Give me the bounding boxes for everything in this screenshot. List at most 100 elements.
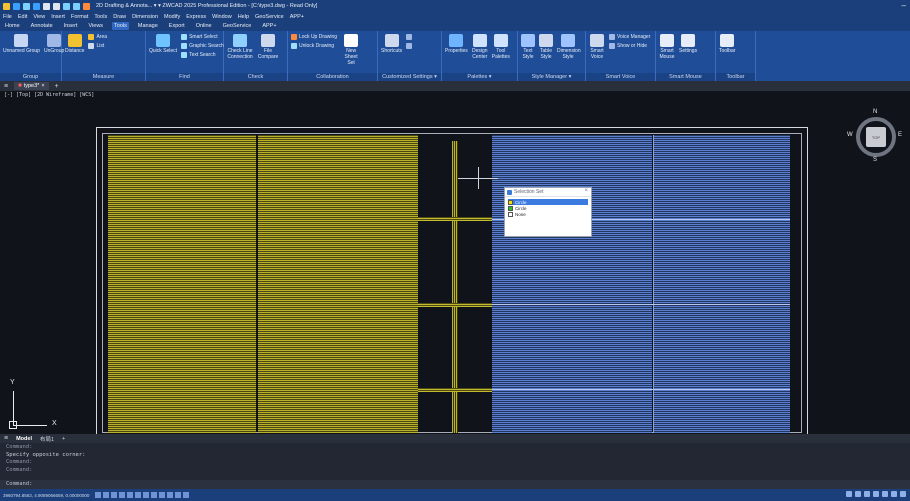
compass-east[interactable]: E (898, 132, 902, 138)
dynamic-input-icon[interactable] (151, 492, 158, 498)
menu-file[interactable]: File (3, 14, 12, 20)
undo-icon[interactable] (63, 2, 70, 10)
menu-hamburger-icon[interactable]: ≡ (4, 83, 8, 90)
menu-window[interactable]: Window (212, 14, 232, 20)
properties-button[interactable]: Properties (445, 34, 468, 54)
dimension-style-button[interactable]: Dimension Style (557, 34, 581, 60)
quick-select-button[interactable]: Quick Select (149, 34, 177, 54)
annotation-visibility-icon[interactable] (855, 491, 861, 497)
menu-view[interactable]: View (33, 14, 45, 20)
menu-edit[interactable]: Edit (18, 14, 27, 20)
settings-list-icon[interactable] (406, 43, 413, 49)
menu-insert[interactable]: Insert (51, 14, 65, 20)
new-tab-button[interactable]: + (55, 83, 59, 90)
tab-model[interactable]: Model (16, 436, 32, 442)
tab-annotate[interactable]: Annotate (29, 22, 55, 30)
style-manager-label[interactable]: Style Manager ▾ (518, 73, 585, 81)
lock-ui-icon[interactable] (864, 491, 870, 497)
close-icon[interactable]: × (584, 188, 588, 194)
toolbar-button[interactable]: Toolbar (719, 34, 735, 54)
menu-draw[interactable]: Draw (113, 14, 126, 20)
compass-south[interactable]: S (873, 157, 877, 163)
workspace-switch-icon[interactable] (846, 491, 852, 497)
palettes-label[interactable]: Palettes ▾ (442, 73, 517, 81)
selection-set-popup[interactable]: Selection Set × Circle Circle None (504, 187, 592, 237)
new-sheet-set-button[interactable]: New Sheet Set (341, 34, 361, 66)
tab-views[interactable]: Views (86, 22, 105, 30)
document-tab[interactable]: ■ type3* × (14, 82, 49, 90)
distance-button[interactable]: Distance (65, 34, 84, 54)
save-icon[interactable] (33, 2, 40, 10)
area-button[interactable]: Area (88, 34, 107, 40)
otrack-toggle-icon[interactable] (135, 492, 142, 498)
osnap-toggle-icon[interactable] (127, 492, 134, 498)
selection-cycling-icon[interactable] (159, 492, 166, 498)
redo-icon[interactable] (73, 2, 80, 10)
show-hide-button[interactable]: Show or Hide (609, 43, 650, 49)
tab-online[interactable]: Online (194, 22, 214, 30)
list-button[interactable]: List (88, 43, 107, 49)
layout-menu-icon[interactable]: ≡ (4, 435, 8, 442)
text-style-button[interactable]: Text Style (521, 34, 535, 60)
menu-dimension[interactable]: Dimension (132, 14, 158, 20)
menu-app-plus[interactable]: APP+ (290, 14, 304, 20)
voice-manager-button[interactable]: Voice Manager (609, 34, 650, 40)
workspace-icon[interactable] (83, 2, 90, 10)
compass-north[interactable]: N (873, 109, 877, 115)
file-compare-button[interactable]: File Compare (257, 34, 279, 60)
compass-west[interactable]: W (847, 132, 853, 138)
menu-tools[interactable]: Tools (94, 14, 107, 20)
check-line-button[interactable]: Check Line Connection (227, 34, 253, 60)
graphic-search-button[interactable]: Graphic Search (181, 43, 224, 49)
customization-icon[interactable] (900, 491, 906, 497)
grid-toggle-icon[interactable] (95, 492, 102, 498)
print-icon[interactable] (53, 2, 60, 10)
tool-palettes-button[interactable]: Tool Palettes (492, 34, 510, 60)
customized-settings-label[interactable]: Customized Settings ▾ (378, 73, 441, 81)
smart-mouse-button[interactable]: Smart Mouse (659, 34, 675, 60)
lineweight-toggle-icon[interactable] (143, 492, 150, 498)
drawing-viewport[interactable]: [-] [Top] [2D Wireframe] [WCS] Selection… (0, 91, 910, 434)
clean-screen-icon[interactable] (891, 491, 897, 497)
add-layout-button[interactable]: + (62, 436, 65, 442)
table-style-button[interactable]: Table Style (539, 34, 553, 60)
menu-express[interactable]: Express (186, 14, 206, 20)
menu-format[interactable]: Format (71, 14, 88, 20)
settings-grid-icon[interactable] (406, 34, 413, 40)
tab-export[interactable]: Export (167, 22, 187, 30)
tab-home[interactable]: Home (3, 22, 22, 30)
menu-modify[interactable]: Modify (164, 14, 180, 20)
close-tab-icon[interactable]: × (41, 83, 44, 89)
tab-manage[interactable]: Manage (136, 22, 160, 30)
save-as-icon[interactable] (43, 2, 50, 10)
transparency-icon[interactable] (183, 492, 190, 498)
ortho-toggle-icon[interactable] (111, 492, 118, 498)
hardware-acceleration-icon[interactable] (882, 491, 888, 497)
tab-layout1[interactable]: 布局1 (40, 435, 54, 443)
view-cube[interactable]: TOP N S E W (847, 109, 902, 163)
text-search-button[interactable]: Text Search (181, 52, 224, 58)
menu-geoservice[interactable]: GeoService (255, 14, 284, 20)
viewport-controls[interactable]: [-] [Top] [2D Wireframe] [WCS] (4, 92, 94, 98)
smart-voice-button[interactable]: Smart Voice (589, 34, 605, 60)
view-cube-top-face[interactable]: TOP (866, 127, 886, 147)
tab-app-plus[interactable]: APP+ (260, 22, 278, 30)
shortcuts-button[interactable]: Shortcuts (381, 34, 402, 54)
design-center-button[interactable]: Design Center (472, 34, 488, 60)
mouse-settings-button[interactable]: Settings (679, 34, 697, 54)
open-file-icon[interactable] (23, 2, 30, 10)
new-file-icon[interactable] (13, 2, 20, 10)
smart-select-button[interactable]: Smart Select (181, 34, 224, 40)
snap-toggle-icon[interactable] (103, 492, 110, 498)
isolate-objects-icon[interactable] (873, 491, 879, 497)
selection-item[interactable]: None (508, 211, 588, 217)
tab-insert[interactable]: Insert (62, 22, 80, 30)
polar-toggle-icon[interactable] (119, 492, 126, 498)
annotation-scale-icon[interactable] (167, 492, 174, 498)
lock-up-drawing-button[interactable]: Lock Up Drawing (291, 34, 337, 40)
menu-help[interactable]: Help (238, 14, 249, 20)
tab-tools[interactable]: Tools (112, 22, 129, 30)
unnamed-group-button[interactable]: Unnamed Group (3, 34, 40, 54)
tab-geoservice[interactable]: GeoService (221, 22, 254, 30)
minimize-icon[interactable]: – (902, 1, 906, 10)
